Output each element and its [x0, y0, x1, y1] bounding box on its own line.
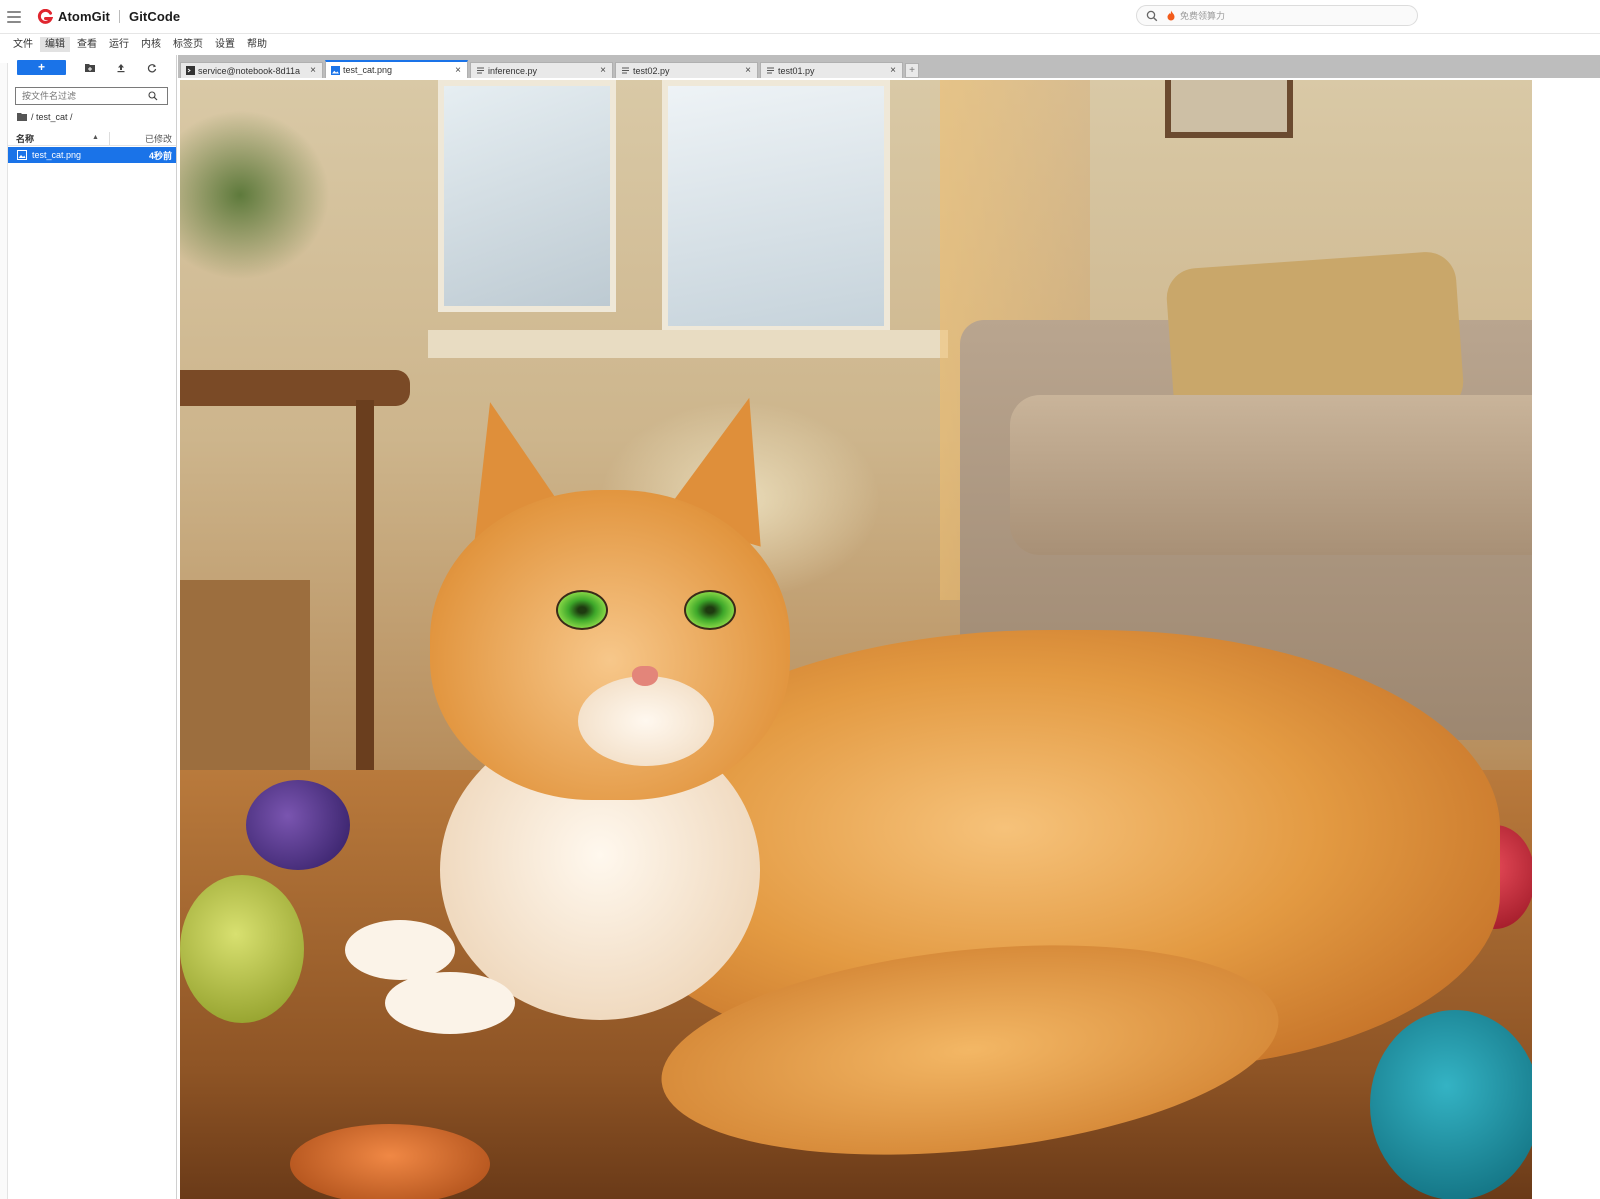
cat-paw-right	[385, 972, 515, 1034]
file-filter-input[interactable]	[15, 87, 168, 105]
file-list-header: 名称 ▲ 已修改	[8, 131, 176, 146]
file-text-icon	[622, 67, 629, 74]
tab-terminal[interactable]: service@notebook-8d11a ×	[180, 62, 323, 78]
tab-test02-py[interactable]: test02.py ×	[615, 62, 758, 78]
tab-label: test_cat.png	[343, 65, 393, 75]
tab-inference-py[interactable]: inference.py ×	[470, 62, 613, 78]
new-launcher-button[interactable]: +	[17, 60, 66, 75]
image-icon	[331, 65, 340, 75]
window-right-pane	[662, 80, 890, 332]
yarn-ball-orange	[290, 1124, 490, 1199]
brand-atomgit: AtomGit	[58, 9, 110, 24]
global-search[interactable]: 免费领算力	[1136, 5, 1418, 26]
image-viewer	[178, 78, 1600, 1199]
image-file-icon	[17, 150, 27, 160]
tab-label: service@notebook-8d11a	[198, 65, 301, 76]
file-browser: + / test_cat / 名称 ▲ 已修改 test_cat.png 4秒前	[0, 55, 177, 1199]
tab-close-icon[interactable]: ×	[887, 65, 899, 76]
cat-nose	[632, 666, 658, 686]
tab-test-cat-png[interactable]: test_cat.png ×	[325, 60, 468, 78]
side-table-leg	[356, 400, 374, 780]
tab-close-icon[interactable]: ×	[452, 65, 464, 76]
cat-photo	[180, 80, 1532, 1199]
breadcrumb-path[interactable]: / test_cat /	[31, 112, 73, 122]
brand-separator	[118, 10, 120, 23]
filter-search-icon	[148, 91, 158, 101]
file-text-icon	[767, 67, 774, 74]
upload-icon[interactable]	[114, 61, 128, 75]
window-left-pane	[438, 80, 616, 312]
search-placeholder: 免费领算力	[1180, 11, 1226, 21]
add-tab-button[interactable]: +	[905, 63, 919, 78]
menu-tabs[interactable]: 标签页	[168, 37, 208, 52]
sort-ascending-icon: ▲	[92, 133, 99, 141]
menu-edit[interactable]: 编辑	[40, 37, 70, 52]
tab-bar: service@notebook-8d11a × test_cat.png × …	[178, 55, 1600, 78]
side-table	[180, 370, 410, 406]
menu-settings[interactable]: 设置	[210, 37, 240, 52]
menu-view[interactable]: 查看	[72, 37, 102, 52]
tab-test01-py[interactable]: test01.py ×	[760, 62, 903, 78]
houseplant	[180, 110, 330, 280]
atomgit-logo-icon	[37, 8, 53, 24]
menu-bar: 文件 编辑 查看 运行 内核 标签页 设置 帮助	[0, 36, 1600, 53]
fire-icon	[1167, 10, 1175, 21]
hamburger-menu-icon[interactable]	[7, 10, 21, 23]
cat-eye-left	[556, 590, 608, 630]
cat-eye-right	[684, 590, 736, 630]
terminal-icon	[186, 66, 195, 75]
refresh-icon[interactable]	[145, 61, 159, 75]
window-sill	[428, 330, 948, 358]
file-text-icon	[477, 67, 484, 74]
menu-help[interactable]: 帮助	[242, 37, 272, 52]
folder-icon	[17, 113, 27, 121]
tab-close-icon[interactable]: ×	[597, 65, 609, 76]
top-header: AtomGit GitCode 免费领算力	[0, 0, 1600, 34]
menu-kernel[interactable]: 内核	[136, 37, 166, 52]
sidebar-gutter	[0, 63, 8, 1199]
search-icon	[1146, 10, 1158, 21]
sofa-seat	[1010, 395, 1532, 555]
picture-frame	[1165, 80, 1293, 138]
yarn-ball-green	[180, 875, 304, 1023]
breadcrumb[interactable]: / test_cat /	[17, 112, 73, 122]
cat-muzzle	[578, 676, 714, 766]
file-browser-toolbar: +	[17, 60, 159, 75]
tab-label: test01.py	[778, 65, 815, 76]
tab-close-icon[interactable]: ×	[307, 65, 319, 76]
file-name: test_cat.png	[32, 150, 82, 160]
yarn-ball-teal	[1370, 1010, 1532, 1199]
menu-file[interactable]: 文件	[8, 37, 38, 52]
column-name-label: 名称	[16, 133, 35, 144]
cat-paw-left	[345, 920, 455, 980]
column-modified[interactable]: 已修改	[110, 132, 176, 145]
new-folder-icon[interactable]	[83, 61, 97, 75]
file-row[interactable]: test_cat.png 4秒前	[8, 147, 176, 163]
brand-gitcode: GitCode	[128, 9, 181, 24]
file-modified: 4秒前	[148, 150, 172, 161]
menu-run[interactable]: 运行	[104, 37, 134, 52]
column-name[interactable]: 名称 ▲	[8, 132, 109, 145]
tab-label: test02.py	[633, 65, 670, 76]
tab-close-icon[interactable]: ×	[742, 65, 754, 76]
basket	[180, 580, 310, 770]
tab-label: inference.py	[488, 65, 538, 76]
viewer-blank-area	[1532, 78, 1600, 1199]
yarn-ball-purple	[246, 780, 350, 870]
brand[interactable]: AtomGit GitCode	[37, 8, 181, 25]
